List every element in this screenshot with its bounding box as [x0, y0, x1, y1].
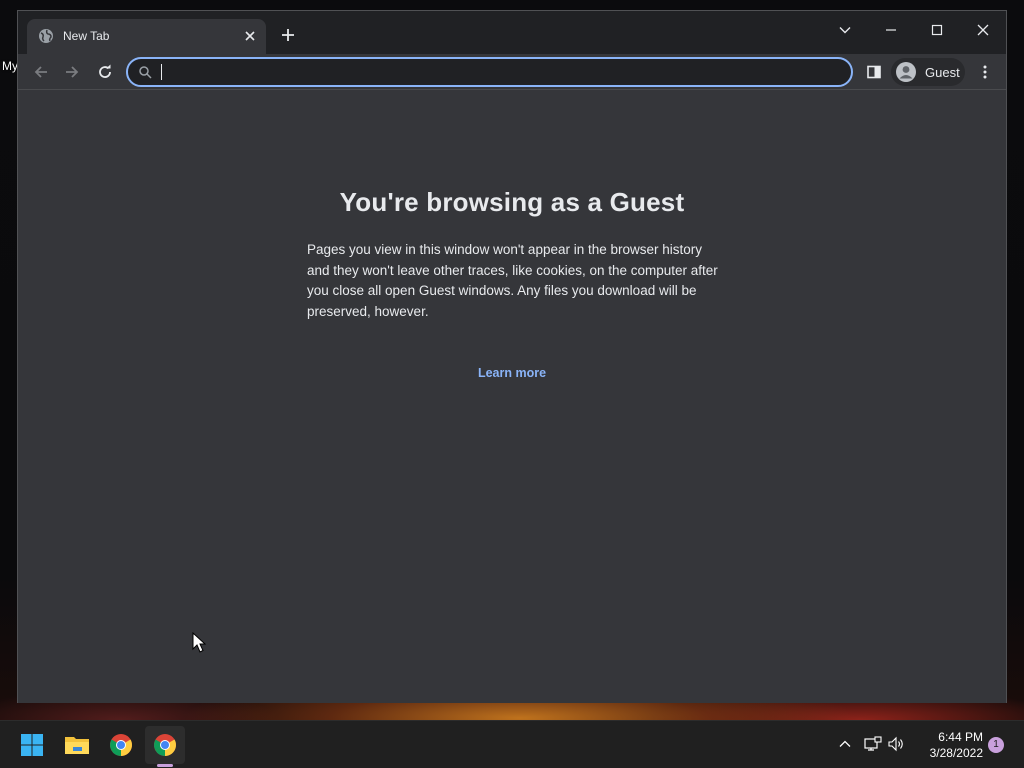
tab-search-button[interactable] [830, 17, 860, 43]
start-button[interactable] [12, 726, 52, 764]
avatar-icon [896, 62, 916, 82]
mouse-cursor-icon [192, 632, 206, 653]
page-title: You're browsing as a Guest [339, 187, 685, 217]
close-tab-icon[interactable] [242, 28, 258, 44]
tab-new-tab[interactable]: New Tab [27, 19, 266, 54]
taskbar: 6:44 PM 3/28/2022 1 [0, 720, 1024, 768]
chevron-down-icon [839, 27, 851, 34]
notification-badge[interactable]: 1 [988, 737, 1004, 753]
browser-window: New Tab Guest You're browsing as a Guest… [17, 10, 1007, 703]
clock-date: 3/28/2022 [929, 746, 983, 760]
menu-button[interactable] [973, 60, 997, 84]
speaker-icon [888, 736, 903, 752]
profile-label: Guest [925, 65, 960, 80]
chrome-active-taskbar-button[interactable] [145, 726, 185, 764]
chrome-taskbar-button[interactable] [101, 726, 141, 764]
clock[interactable]: 6:44 PM 3/28/2022 [915, 729, 983, 761]
page-content: You're browsing as a Guest Pages you vie… [18, 91, 1006, 703]
toolbar: Guest [18, 54, 1006, 90]
profile-button[interactable]: Guest [891, 58, 965, 86]
windows-logo-icon [21, 734, 43, 756]
maximize-button[interactable] [922, 17, 952, 43]
arrow-left-icon [34, 66, 47, 78]
omnibox[interactable] [126, 57, 853, 87]
address-input[interactable] [158, 62, 838, 82]
text-caret [161, 64, 162, 80]
side-panel-button[interactable] [862, 60, 886, 84]
forward-button[interactable] [60, 60, 84, 84]
folder-icon [65, 737, 89, 754]
new-tab-button[interactable] [280, 27, 296, 43]
close-window-button[interactable] [968, 17, 998, 43]
guest-description: Pages you view in this window won't appe… [307, 242, 718, 319]
chevron-up-icon [839, 740, 851, 747]
minimize-button[interactable] [876, 17, 906, 43]
more-vertical-icon [983, 65, 987, 79]
reload-button[interactable] [93, 60, 117, 84]
search-icon [139, 66, 152, 79]
network-icon [864, 736, 882, 751]
network-button[interactable] [862, 733, 884, 755]
learn-more-container: Learn more [18, 366, 1006, 380]
side-panel-icon [867, 65, 881, 79]
chrome-icon [154, 734, 176, 756]
desktop-icon-label[interactable]: My [2, 59, 18, 73]
clock-time: 6:44 PM [938, 730, 983, 744]
active-app-indicator [157, 764, 173, 767]
show-hidden-icons-button[interactable] [834, 733, 856, 755]
tab-title: New Tab [63, 29, 110, 43]
learn-more-link[interactable]: Learn more [478, 366, 546, 380]
arrow-right-icon [66, 66, 79, 78]
title-bar: New Tab [18, 11, 1006, 54]
close-icon [977, 24, 989, 36]
chrome-icon [110, 734, 132, 756]
file-explorer-button[interactable] [57, 726, 97, 764]
back-button[interactable] [29, 60, 53, 84]
reload-icon [99, 64, 111, 78]
volume-button[interactable] [886, 733, 908, 755]
minimize-icon [886, 29, 896, 31]
maximize-icon [931, 24, 943, 36]
globe-icon [39, 29, 53, 43]
